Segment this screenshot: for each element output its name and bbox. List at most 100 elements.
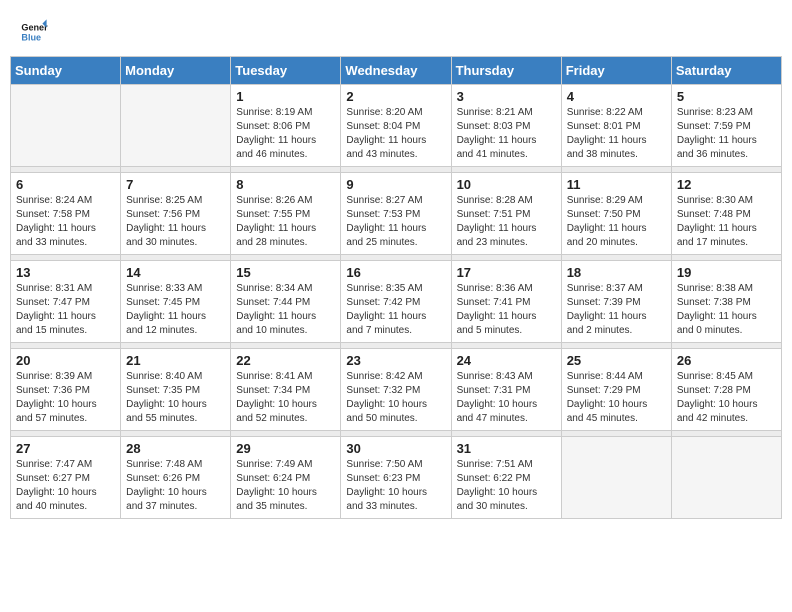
day-number: 27 [16,441,115,456]
day-number: 29 [236,441,335,456]
calendar-cell: 2 Sunrise: 8:20 AMSunset: 8:04 PMDaylight… [341,85,451,167]
day-number: 23 [346,353,445,368]
calendar-cell: 17 Sunrise: 8:36 AMSunset: 7:41 PMDayligh… [451,261,561,343]
weekday-header: Friday [561,57,671,85]
day-number: 4 [567,89,666,104]
day-info: Sunrise: 7:49 AMSunset: 6:24 PMDaylight:… [236,458,335,514]
day-info: Sunrise: 8:33 AMSunset: 7:45 PMDaylight:… [126,282,225,338]
calendar-cell: 24 Sunrise: 8:43 AMSunset: 7:31 PMDayligh… [451,349,561,431]
calendar-cell: 12Sunrise: 8:30 AMSunset: 7:48 PMDayligh… [671,173,781,255]
calendar-cell: 8 Sunrise: 8:26 AMSunset: 7:55 PMDaylight… [231,173,341,255]
logo: General Blue [20,18,52,46]
day-number: 14 [126,265,225,280]
calendar-cell: 19Sunrise: 8:38 AMSunset: 7:38 PMDayligh… [671,261,781,343]
calendar-cell: 16Sunrise: 8:35 AMSunset: 7:42 PMDayligh… [341,261,451,343]
calendar-cell: 27 Sunrise: 7:47 AMSunset: 6:27 PMDayligh… [11,437,121,519]
day-number: 15 [236,265,335,280]
day-number: 18 [567,265,666,280]
calendar-cell: 9 Sunrise: 8:27 AMSunset: 7:53 PMDaylight… [341,173,451,255]
calendar-cell: 14 Sunrise: 8:33 AMSunset: 7:45 PMDayligh… [121,261,231,343]
day-info: Sunrise: 8:31 AMSunset: 7:47 PMDaylight:… [16,282,115,338]
calendar-cell [561,437,671,519]
calendar-cell: 20Sunrise: 8:39 AMSunset: 7:36 PMDayligh… [11,349,121,431]
day-info: Sunrise: 8:38 AMSunset: 7:38 PMDaylight:… [677,282,776,338]
day-number: 30 [346,441,445,456]
weekday-header-row: SundayMondayTuesdayWednesdayThursdayFrid… [11,57,782,85]
day-info: Sunrise: 8:43 AMSunset: 7:31 PMDaylight:… [457,370,556,426]
calendar-cell: 30 Sunrise: 7:50 AMSunset: 6:23 PMDayligh… [341,437,451,519]
day-info: Sunrise: 8:26 AMSunset: 7:55 PMDaylight:… [236,194,335,250]
day-number: 9 [346,177,445,192]
weekday-header: Sunday [11,57,121,85]
day-info: Sunrise: 8:45 AMSunset: 7:28 PMDaylight:… [677,370,776,426]
svg-text:Blue: Blue [21,32,41,42]
day-info: Sunrise: 8:36 AMSunset: 7:41 PMDaylight:… [457,282,556,338]
day-info: Sunrise: 8:29 AMSunset: 7:50 PMDaylight:… [567,194,666,250]
calendar-cell: 25 Sunrise: 8:44 AMSunset: 7:29 PMDayligh… [561,349,671,431]
day-info: Sunrise: 8:37 AMSunset: 7:39 PMDaylight:… [567,282,666,338]
day-info: Sunrise: 8:21 AMSunset: 8:03 PMDaylight:… [457,106,556,162]
day-number: 22 [236,353,335,368]
day-number: 13 [16,265,115,280]
weekday-header: Tuesday [231,57,341,85]
calendar-week-row: 6Sunrise: 8:24 AMSunset: 7:58 PMDaylight… [11,173,782,255]
calendar-cell: 28 Sunrise: 7:48 AMSunset: 6:26 PMDayligh… [121,437,231,519]
calendar-cell: 4 Sunrise: 8:22 AMSunset: 8:01 PMDaylight… [561,85,671,167]
day-info: Sunrise: 8:41 AMSunset: 7:34 PMDaylight:… [236,370,335,426]
day-number: 11 [567,177,666,192]
day-number: 25 [567,353,666,368]
day-info: Sunrise: 8:20 AMSunset: 8:04 PMDaylight:… [346,106,445,162]
day-info: Sunrise: 8:22 AMSunset: 8:01 PMDaylight:… [567,106,666,162]
day-info: Sunrise: 8:39 AMSunset: 7:36 PMDaylight:… [16,370,115,426]
day-number: 2 [346,89,445,104]
day-number: 17 [457,265,556,280]
calendar-table: SundayMondayTuesdayWednesdayThursdayFrid… [10,56,782,519]
day-info: Sunrise: 8:27 AMSunset: 7:53 PMDaylight:… [346,194,445,250]
day-info: Sunrise: 8:23 AMSunset: 7:59 PMDaylight:… [677,106,776,162]
calendar-cell [671,437,781,519]
day-number: 8 [236,177,335,192]
calendar-cell: 18 Sunrise: 8:37 AMSunset: 7:39 PMDayligh… [561,261,671,343]
day-info: Sunrise: 8:19 AMSunset: 8:06 PMDaylight:… [236,106,335,162]
day-info: Sunrise: 8:40 AMSunset: 7:35 PMDaylight:… [126,370,225,426]
day-number: 31 [457,441,556,456]
calendar-cell [11,85,121,167]
day-number: 16 [346,265,445,280]
calendar-cell: 15 Sunrise: 8:34 AMSunset: 7:44 PMDayligh… [231,261,341,343]
day-info: Sunrise: 8:24 AMSunset: 7:58 PMDaylight:… [16,194,115,250]
day-info: Sunrise: 8:34 AMSunset: 7:44 PMDaylight:… [236,282,335,338]
weekday-header: Thursday [451,57,561,85]
day-number: 28 [126,441,225,456]
day-info: Sunrise: 8:25 AMSunset: 7:56 PMDaylight:… [126,194,225,250]
day-info: Sunrise: 7:51 AMSunset: 6:22 PMDaylight:… [457,458,556,514]
weekday-header: Wednesday [341,57,451,85]
day-info: Sunrise: 8:28 AMSunset: 7:51 PMDaylight:… [457,194,556,250]
day-number: 1 [236,89,335,104]
calendar-cell: 26 Sunrise: 8:45 AMSunset: 7:28 PMDayligh… [671,349,781,431]
calendar-week-row: 1 Sunrise: 8:19 AMSunset: 8:06 PMDaylight… [11,85,782,167]
calendar-cell: 5 Sunrise: 8:23 AMSunset: 7:59 PMDaylight… [671,85,781,167]
day-number: 10 [457,177,556,192]
day-number: 26 [677,353,776,368]
calendar-cell: 21Sunrise: 8:40 AMSunset: 7:35 PMDayligh… [121,349,231,431]
day-number: 24 [457,353,556,368]
day-number: 3 [457,89,556,104]
day-number: 5 [677,89,776,104]
weekday-header: Monday [121,57,231,85]
calendar-cell: 23Sunrise: 8:42 AMSunset: 7:32 PMDayligh… [341,349,451,431]
calendar-cell: 13 Sunrise: 8:31 AMSunset: 7:47 PMDayligh… [11,261,121,343]
day-info: Sunrise: 7:50 AMSunset: 6:23 PMDaylight:… [346,458,445,514]
calendar-cell [121,85,231,167]
weekday-header: Saturday [671,57,781,85]
calendar-cell: 31 Sunrise: 7:51 AMSunset: 6:22 PMDayligh… [451,437,561,519]
day-info: Sunrise: 7:48 AMSunset: 6:26 PMDaylight:… [126,458,225,514]
calendar-week-row: 27 Sunrise: 7:47 AMSunset: 6:27 PMDayligh… [11,437,782,519]
calendar-cell: 7Sunrise: 8:25 AMSunset: 7:56 PMDaylight… [121,173,231,255]
calendar-cell: 1 Sunrise: 8:19 AMSunset: 8:06 PMDaylight… [231,85,341,167]
calendar-cell: 6Sunrise: 8:24 AMSunset: 7:58 PMDaylight… [11,173,121,255]
day-info: Sunrise: 8:44 AMSunset: 7:29 PMDaylight:… [567,370,666,426]
calendar-cell: 3 Sunrise: 8:21 AMSunset: 8:03 PMDaylight… [451,85,561,167]
day-info: Sunrise: 7:47 AMSunset: 6:27 PMDaylight:… [16,458,115,514]
day-number: 12 [677,177,776,192]
calendar-week-row: 13 Sunrise: 8:31 AMSunset: 7:47 PMDayligh… [11,261,782,343]
